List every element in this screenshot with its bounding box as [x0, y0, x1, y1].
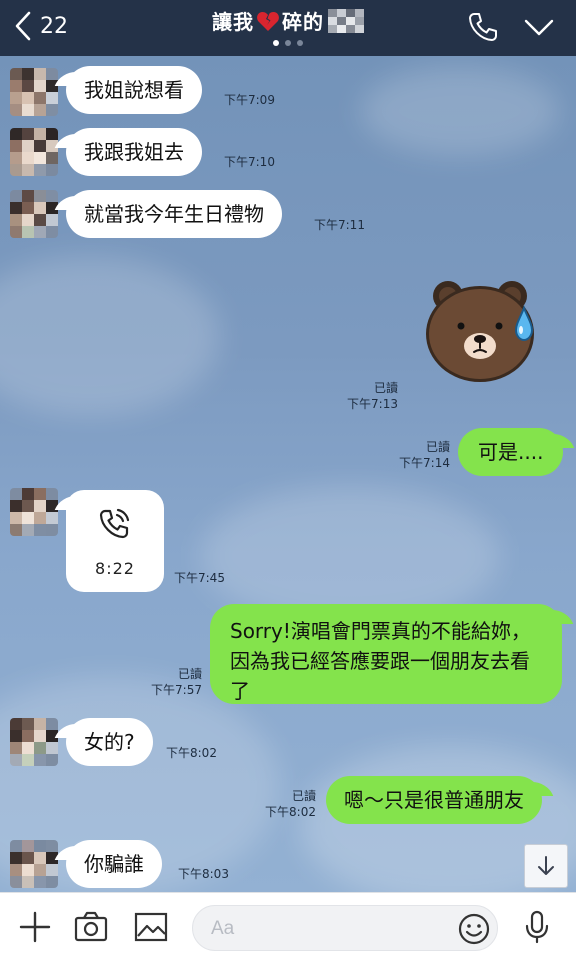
- phone-icon[interactable]: [466, 10, 500, 44]
- input-bar: [0, 892, 576, 960]
- message-text: 可是....: [478, 440, 544, 464]
- message-bubble-incoming[interactable]: 我跟我姐去: [66, 128, 202, 176]
- scroll-to-bottom-button[interactable]: [524, 844, 568, 888]
- message-time: 下午7:11: [314, 218, 365, 232]
- message-input-wrapper: [192, 905, 498, 951]
- read-receipt: 已讀: [291, 789, 316, 803]
- image-icon[interactable]: [134, 910, 168, 944]
- page-dot: [285, 40, 291, 46]
- message-text: 你騙誰: [84, 852, 144, 876]
- message-input[interactable]: [211, 914, 451, 944]
- message-time: 下午7:13: [347, 397, 398, 411]
- message-time: 下午8:03: [178, 867, 229, 881]
- avatar[interactable]: [10, 718, 58, 766]
- message-text: 我姐說想看: [84, 78, 184, 102]
- message-bubble-incoming[interactable]: 就當我今年生日禮物: [66, 190, 282, 238]
- phone-call-icon: [99, 508, 130, 538]
- message-time: 下午7:45: [174, 571, 225, 585]
- message-text: 我跟我姐去: [84, 140, 184, 164]
- call-duration: 8:22: [95, 558, 135, 578]
- plus-icon[interactable]: [18, 910, 52, 944]
- read-receipt: 已讀: [373, 381, 398, 395]
- avatar[interactable]: [10, 128, 58, 176]
- message-time: 下午8:02: [265, 805, 316, 819]
- page-dot: [273, 40, 279, 46]
- chat-title-prefix: 讓我: [212, 10, 254, 34]
- message-bubble-incoming[interactable]: 你騙誰: [66, 840, 162, 888]
- chat-title-suffix: 碎的: [282, 10, 324, 34]
- message-bubble-outgoing[interactable]: 可是....: [458, 428, 564, 476]
- brown-bear-sweat-sticker[interactable]: [424, 274, 554, 384]
- message-time: 下午8:02: [166, 746, 217, 760]
- message-bubble-incoming[interactable]: 女的?: [66, 718, 153, 766]
- message-time: 下午7:14: [399, 456, 450, 470]
- message-text: 就當我今年生日禮物: [84, 202, 264, 226]
- message-text: 嗯～只是很普通朋友: [344, 788, 524, 812]
- message-time: 下午7:57: [151, 683, 202, 697]
- message-text: 女的?: [84, 730, 135, 754]
- arrow-down-icon: [538, 856, 554, 875]
- page-dot: [297, 40, 303, 46]
- chat-header: 22 讓我 碎的: [0, 0, 576, 56]
- broken-heart-icon: [257, 11, 279, 31]
- message-time: 下午7:10: [224, 155, 275, 169]
- blurred-name: [328, 8, 364, 33]
- avatar[interactable]: [10, 68, 58, 116]
- avatar[interactable]: [10, 840, 58, 888]
- message-text: Sorry!演唱會門票真的不能給妳，因為我已經答應要跟一個朋友去看了: [230, 619, 531, 703]
- avatar[interactable]: [10, 488, 58, 536]
- microphone-icon[interactable]: [520, 910, 554, 944]
- message-bubble-incoming[interactable]: 我姐說想看: [66, 66, 202, 114]
- read-receipt: 已讀: [177, 667, 202, 681]
- message-bubble-outgoing[interactable]: 嗯～只是很普通朋友: [326, 776, 542, 824]
- chat-area[interactable]: 我姐說想看 下午7:09 我跟我姐去 下午7:10 就當我今年生日禮物 下午7:…: [0, 56, 576, 892]
- voice-call-card[interactable]: 8:22: [66, 490, 164, 592]
- avatar[interactable]: [10, 190, 58, 238]
- message-bubble-outgoing[interactable]: Sorry!演唱會門票真的不能給妳，因為我已經答應要跟一個朋友去看了: [210, 604, 562, 704]
- chat-title[interactable]: 讓我 碎的: [212, 6, 364, 35]
- chevron-down-icon[interactable]: [522, 10, 556, 44]
- message-time: 下午7:09: [224, 93, 275, 107]
- camera-icon[interactable]: [74, 910, 108, 944]
- read-receipt: 已讀: [425, 440, 450, 454]
- emoji-icon[interactable]: [457, 912, 491, 946]
